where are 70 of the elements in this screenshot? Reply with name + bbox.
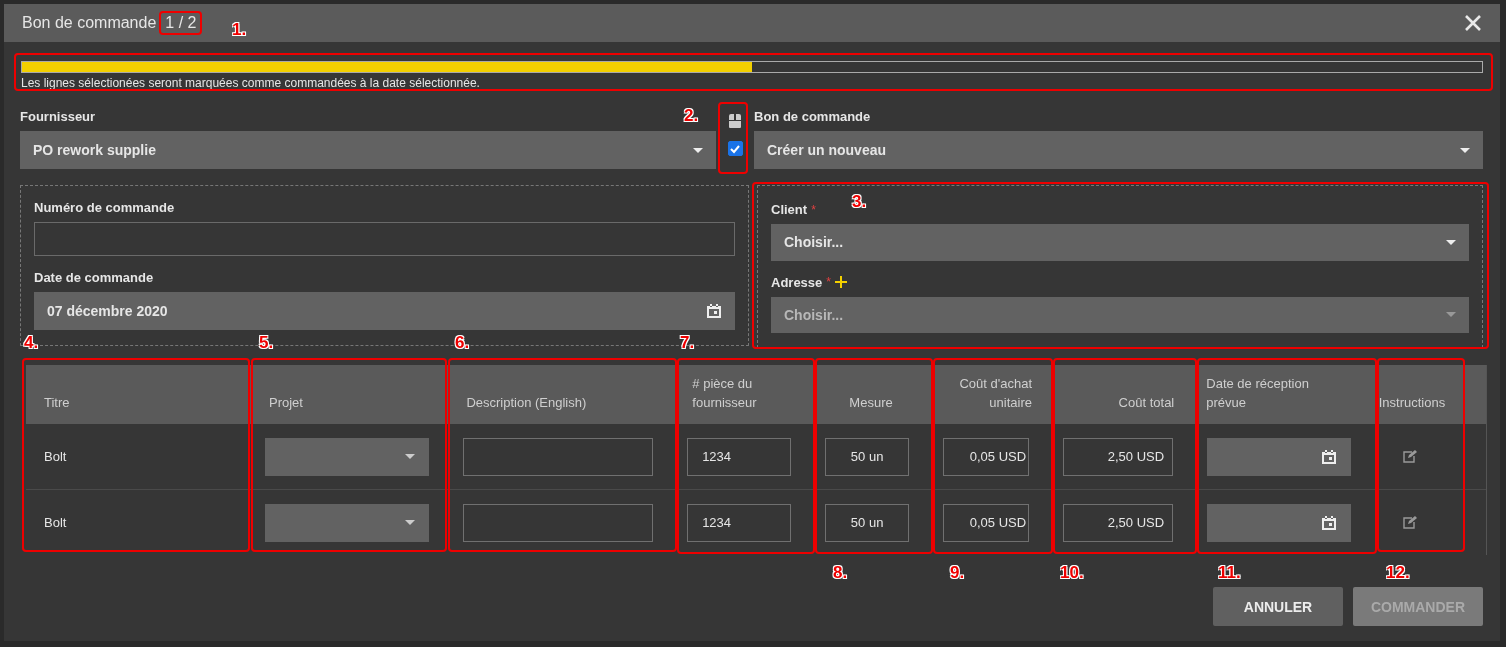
measure-field[interactable]: 50 un — [825, 503, 910, 542]
table-cell: Bolt — [44, 449, 67, 464]
annotation-number: 11. — [1218, 563, 1241, 583]
column-header: Titre — [44, 394, 70, 412]
field-label: Numéro de commande — [34, 200, 175, 215]
column-header: # pièce du fournisseur — [692, 375, 758, 412]
caret-icon — [405, 520, 416, 525]
annotation-number: 12. — [1386, 563, 1410, 583]
column-header: Instructions — [1378, 394, 1446, 412]
description-field[interactable] — [463, 503, 654, 542]
column-header: Date de réception prévue — [1206, 375, 1310, 412]
measure-field[interactable]: 50 un — [825, 437, 910, 476]
box-icon — [728, 114, 742, 128]
dialog-button[interactable]: ANNULER — [1213, 587, 1343, 626]
field-label: Date de commande — [34, 270, 154, 285]
highlight-frame — [718, 102, 748, 174]
total-cost-field[interactable]: 2,50 USD — [1063, 437, 1174, 476]
description-field[interactable] — [463, 437, 654, 476]
unit-cost-field[interactable]: 0,05 USD — [943, 437, 1030, 476]
column-header: Mesure — [849, 394, 893, 412]
calendar-icon — [1321, 514, 1338, 531]
close-icon[interactable] — [1464, 14, 1482, 32]
column-header: Projet — [268, 394, 303, 412]
edit-icon[interactable] — [1402, 516, 1417, 529]
date-field[interactable]: 07 décembre 2020 — [34, 292, 735, 330]
column-header: Coût total — [1118, 394, 1175, 412]
annotation-number: 7. — [680, 333, 695, 353]
field-label: Fournisseur — [20, 109, 96, 124]
annotation-number: 2. — [684, 106, 699, 126]
annotation-number: 10. — [1060, 563, 1084, 583]
column-header: Coût d'achat unitaire — [958, 375, 1032, 412]
caret-icon — [405, 454, 416, 459]
annotation-number: 6. — [455, 333, 470, 353]
order-dropdown[interactable]: Créer un nouveau — [754, 131, 1483, 169]
annotation-number: 1. — [232, 20, 247, 40]
edit-icon[interactable] — [1402, 450, 1417, 463]
order-number-field[interactable] — [34, 222, 735, 256]
annotation-number: 8. — [833, 563, 848, 583]
field-label: Bon de commande — [754, 109, 871, 124]
annotation-number: 5. — [259, 333, 274, 353]
caret-icon — [1446, 239, 1456, 245]
supplier-dropdown[interactable]: PO rework supplie — [20, 131, 716, 169]
part-number-field[interactable]: 1234 — [687, 503, 792, 542]
annotation-number: 4. — [24, 333, 39, 353]
field-label: Client — [771, 202, 808, 217]
caret-icon — [1446, 312, 1456, 318]
calendar-icon — [1321, 448, 1338, 465]
add-icon[interactable] — [835, 276, 847, 288]
calendar-icon — [706, 303, 722, 319]
caret-icon — [693, 147, 703, 153]
table-cell: Bolt — [44, 515, 67, 530]
annotation-number: 9. — [950, 563, 965, 583]
project-dropdown[interactable] — [265, 437, 430, 476]
info-message: Les lignes sélectionées seront marquées comme commandées à la date sélectionnée. — [21, 76, 481, 90]
unit-cost-field[interactable]: 0,05 USD — [943, 503, 1030, 542]
total-cost-field[interactable]: 2,50 USD — [1063, 503, 1174, 542]
required-mark: * — [811, 202, 816, 217]
annotation-number: 3. — [852, 192, 867, 212]
date-field[interactable] — [1207, 503, 1352, 542]
field-label: Adresse — [771, 274, 823, 290]
page-counter: 1 / 2 — [165, 14, 197, 31]
client-dropdown[interactable]: Choisir... — [771, 224, 1469, 261]
required-mark: * — [826, 275, 831, 289]
window-title: Bon de commande — [22, 14, 157, 32]
project-dropdown[interactable] — [265, 503, 430, 542]
checkbox[interactable] — [727, 141, 743, 156]
part-number-field[interactable]: 1234 — [687, 437, 792, 476]
date-field[interactable] — [1207, 437, 1352, 476]
caret-icon — [1460, 147, 1470, 153]
column-header: Description (English) — [466, 394, 587, 412]
